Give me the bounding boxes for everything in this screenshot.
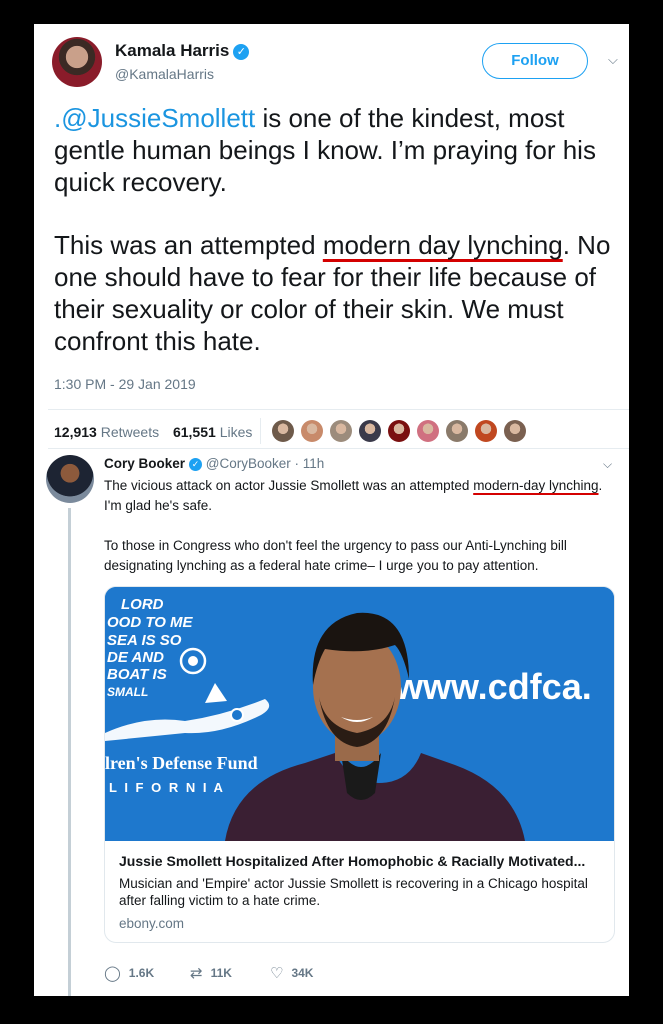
avatar[interactable] (52, 37, 102, 87)
reply-icon: ◯ (104, 965, 121, 982)
liker-avatar[interactable] (301, 420, 323, 442)
like-icon: ♡ (270, 965, 284, 982)
reply-author-handle[interactable]: @CoryBooker (206, 456, 291, 471)
reply-text: The vicious attack on actor Jussie Smoll… (104, 476, 604, 576)
divider (48, 409, 629, 410)
liker-avatar[interactable] (446, 420, 468, 442)
tweet-text: .@JussieSmollett is one of the kindest, … (54, 102, 619, 357)
liker-avatar[interactable] (272, 420, 294, 442)
reply-paragraph-1: The vicious attack on actor Jussie Smoll… (104, 476, 604, 516)
link-preview-image: LORD OOD TO ME SEA IS SO DE AND BOAT IS … (105, 587, 614, 841)
retweets-count: 12,913 (54, 424, 97, 440)
liker-avatar[interactable] (330, 420, 352, 442)
mention-link[interactable]: .@JussieSmollett (54, 103, 255, 133)
author-name-text[interactable]: Kamala Harris (115, 41, 229, 60)
tweet-paragraph-1: .@JussieSmollett is one of the kindest, … (54, 102, 619, 198)
link-description: Musician and 'Empire' actor Jussie Smoll… (119, 876, 588, 908)
action-bar: ◯ 1.6K ⇄ 11K ♡ 34K (104, 964, 404, 984)
retweet-count: 11K (210, 966, 232, 980)
verified-badge-icon: ✓ (233, 44, 250, 60)
chevron-down-icon[interactable]: ⌵ (608, 52, 618, 68)
separator: · (290, 456, 303, 471)
retweets-stat[interactable]: 12,913 Retweets (54, 424, 159, 440)
liker-avatar[interactable] (417, 420, 439, 442)
link-domain: ebony.com (119, 916, 185, 931)
liker-avatar[interactable] (359, 420, 381, 442)
tweet-text-part: This was an attempted (54, 230, 323, 260)
backdrop-org-text: lren's Defense Fund (105, 753, 258, 773)
liker-avatar[interactable] (475, 420, 497, 442)
annotated-phrase: modern-day lynching (473, 478, 599, 493)
backdrop-text-line: SMALL (107, 685, 148, 699)
verified-badge-icon: ✓ (189, 458, 203, 471)
follow-button[interactable]: Follow (482, 43, 588, 79)
thread-line (68, 508, 71, 996)
likes-stat[interactable]: 61,551 Likes (173, 424, 252, 440)
timestamp[interactable]: 1:30 PM - 29 Jan 2019 (54, 376, 196, 392)
reply-paragraph-2: To those in Congress who don't feel the … (104, 538, 567, 573)
retweets-label: Retweets (100, 424, 160, 440)
author-handle[interactable]: @KamalaHarris (115, 66, 214, 82)
divider (260, 418, 261, 444)
reply-time[interactable]: 11h (303, 456, 325, 471)
tweet-paragraph-2: This was an attempted modern day lynchin… (54, 229, 619, 357)
backdrop-text-line: LORD (121, 596, 164, 613)
backdrop-text-line: DE AND (107, 649, 164, 666)
liker-avatar[interactable] (388, 420, 410, 442)
backdrop-state-text: L I F O R N I A (109, 780, 225, 795)
backdrop-text-line: OOD TO ME (107, 614, 194, 631)
likes-count: 61,551 (172, 424, 216, 440)
reply-text-part: The vicious attack on actor Jussie Smoll… (104, 478, 474, 493)
retweet-button[interactable]: ⇄ 11K (190, 964, 232, 982)
author-name[interactable]: Kamala Harris ✓ (115, 41, 250, 61)
link-title: Jussie Smollett Hospitalized After Homop… (119, 853, 586, 869)
reply-avatar[interactable] (46, 455, 94, 503)
likes-label: Likes (219, 424, 253, 440)
retweet-icon: ⇄ (190, 965, 203, 982)
reply-button[interactable]: ◯ 1.6K (104, 964, 154, 982)
reply-header: Cory Booker ✓ @CoryBooker · 11h (104, 456, 324, 471)
divider (48, 448, 629, 449)
link-preview-card[interactable]: LORD OOD TO ME SEA IS SO DE AND BOAT IS … (104, 586, 615, 943)
preview-photo: LORD OOD TO ME SEA IS SO DE AND BOAT IS … (105, 587, 614, 841)
backdrop-url-text: www.cdfca. (394, 666, 592, 707)
link-preview-body: Jussie Smollett Hospitalized After Homop… (119, 853, 603, 931)
tweet-card: Kamala Harris ✓ @KamalaHarris Follow ⌵ .@… (34, 24, 629, 996)
backdrop-text-line: SEA IS SO (107, 632, 182, 649)
annotated-phrase: modern day lynching (322, 230, 563, 260)
reply-count: 1.6K (128, 966, 155, 980)
liker-avatar[interactable] (504, 420, 526, 442)
reply-author-name[interactable]: Cory Booker (104, 456, 185, 471)
like-count: 34K (291, 966, 314, 980)
chevron-down-icon[interactable]: ⌵ (603, 457, 612, 472)
backdrop-text-line: BOAT IS (107, 666, 167, 683)
engagement-stats: 12,913 Retweets 61,551 Likes (54, 424, 252, 440)
like-button[interactable]: ♡ 34K (270, 964, 313, 982)
